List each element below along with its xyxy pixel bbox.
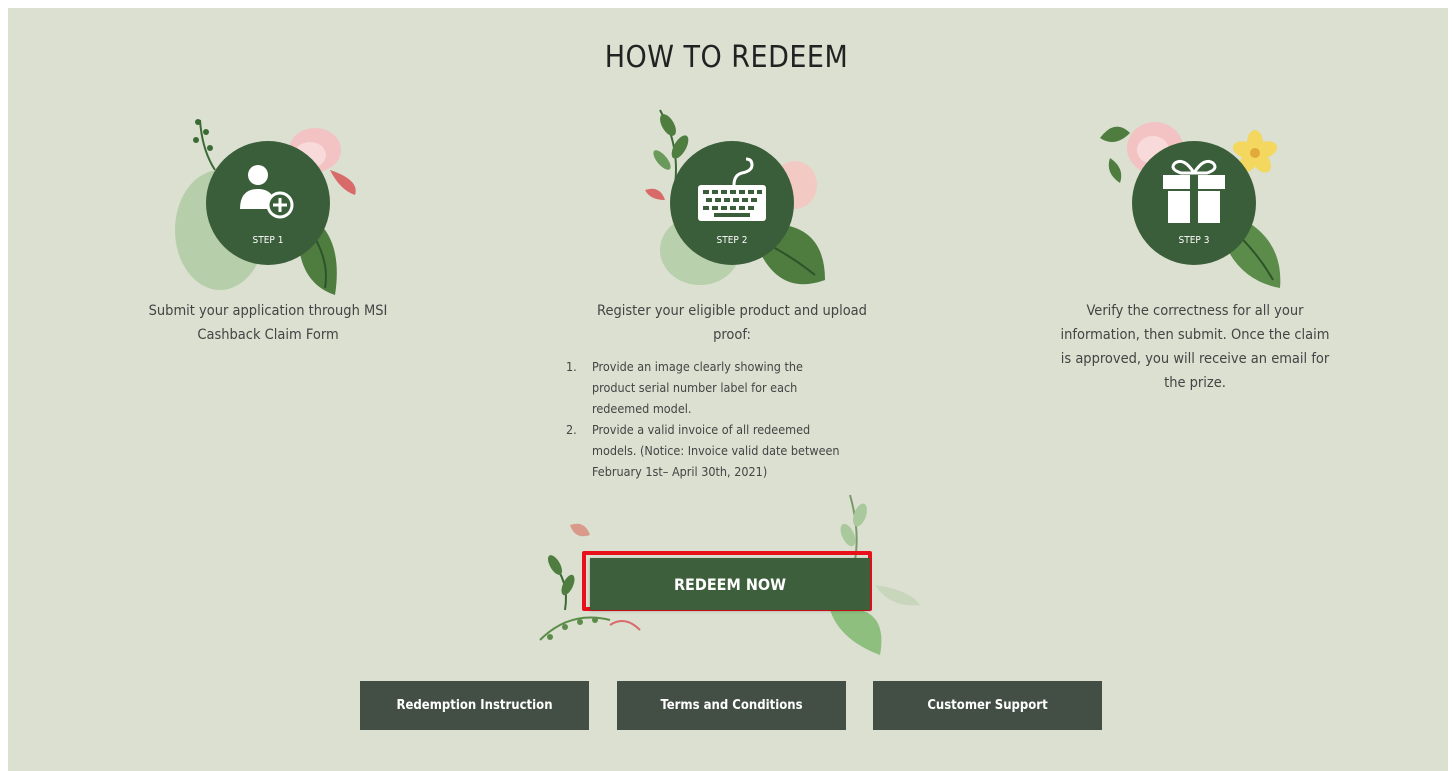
description-line: Verify the correctness for all your xyxy=(1086,303,1304,319)
list-item: 1. Provide an image clearly showing the … xyxy=(562,356,882,419)
step-1-description: Submit your application through MSI Cash… xyxy=(118,299,418,347)
list-item-line: February 1st– April 30th, 2021) xyxy=(592,464,768,479)
description-line: Register your eligible product and uploa… xyxy=(597,303,867,319)
page-title: HOW TO REDEEM xyxy=(604,40,849,75)
step-3-description: Verify the correctness for all your info… xyxy=(1030,299,1360,395)
step-2-requirements-list: 1. Provide an image clearly showing the … xyxy=(562,356,882,482)
step-badge: STEP 1 xyxy=(252,235,284,246)
redeem-now-button[interactable]: REDEEM NOW xyxy=(590,558,870,610)
list-item-number: 1. xyxy=(566,359,577,374)
step-2-description: Register your eligible product and uploa… xyxy=(571,299,893,347)
description-line: information, then submit. Once the claim xyxy=(1060,327,1330,343)
add-user-icon xyxy=(240,165,294,219)
list-item-number: 2. xyxy=(566,422,577,437)
list-item-line: Provide a valid invoice of all redeemed xyxy=(592,422,811,437)
customer-support-button[interactable]: Customer Support xyxy=(873,681,1102,730)
description-line: Submit your application through MSI xyxy=(148,303,388,319)
step-1-circle: STEP 1 xyxy=(206,141,330,265)
list-item: 2. Provide a valid invoice of all redeem… xyxy=(562,419,882,482)
description-line: proof: xyxy=(713,327,751,343)
step-badge: STEP 3 xyxy=(1178,235,1210,246)
redemption-instruction-button[interactable]: Redemption Instruction xyxy=(360,681,589,730)
gift-icon xyxy=(1163,159,1225,223)
step-badge: STEP 2 xyxy=(716,235,748,246)
step-2-circle: STEP 2 xyxy=(670,141,794,265)
list-item-line: models. (Notice: Invoice valid date betw… xyxy=(592,443,840,458)
terms-and-conditions-button[interactable]: Terms and Conditions xyxy=(617,681,846,730)
step-3-circle: STEP 3 xyxy=(1132,141,1256,265)
list-item-line: Provide an image clearly showing the xyxy=(592,359,803,374)
description-line: is approved, you will receive an email f… xyxy=(1060,351,1330,367)
description-line: the prize. xyxy=(1164,375,1226,391)
description-line: Cashback Claim Form xyxy=(197,327,339,343)
keyboard-icon xyxy=(698,157,766,221)
list-item-line: redeemed model. xyxy=(592,401,692,416)
list-item-line: product serial number label for each xyxy=(592,380,798,395)
